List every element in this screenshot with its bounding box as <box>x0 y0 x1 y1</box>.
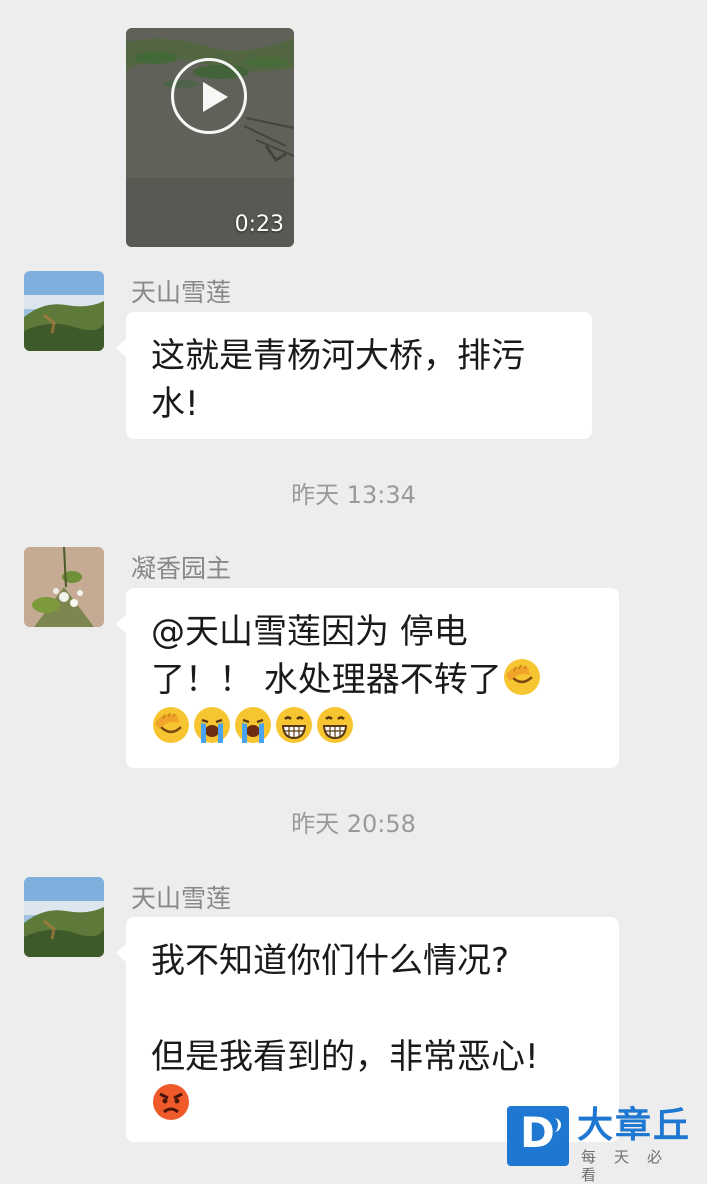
avatar-tianshanxuelian[interactable] <box>24 271 104 351</box>
facepalm-emoji <box>151 705 191 745</box>
message-text-line: 这就是青杨河大桥，排污 <box>151 336 525 376</box>
message-bubble[interactable]: @天山雪莲因为 停电 了！！ 水处理器不转了 <box>116 588 619 768</box>
video-duration: 0:23 <box>234 212 284 237</box>
watermark-logo-icon: D <box>507 1106 569 1166</box>
message-text-line: 水! <box>151 384 199 424</box>
emoji-row <box>151 704 595 752</box>
sender-name: 天山雪莲 <box>131 884 232 913</box>
avatar-tianshanxuelian[interactable] <box>24 877 104 957</box>
sender-name: 天山雪莲 <box>131 278 232 307</box>
avatar-landscape-image <box>24 877 104 957</box>
message-text: 了！！ 水处理器不转了 <box>151 660 502 700</box>
crying-emoji <box>192 705 232 745</box>
message-text-line: 我不知道你们什么情况? <box>151 941 510 981</box>
message-text-line: 但是我看到的，非常恶心! <box>151 1037 539 1077</box>
watermark-name: 大章丘 <box>577 1105 692 1146</box>
watermark: D 大章丘 每天必看 <box>507 1105 707 1184</box>
timestamp: 昨天 20:58 <box>291 810 416 838</box>
avatar-flower-image <box>24 547 104 627</box>
avatar-ningxiangyuanzhu[interactable] <box>24 547 104 627</box>
timestamp: 昨天 13:34 <box>291 481 416 509</box>
crying-emoji <box>233 705 273 745</box>
facepalm-emoji <box>502 657 542 697</box>
avatar-landscape-image <box>24 271 104 351</box>
watermark-tagline: 每天必看 <box>581 1148 681 1184</box>
message-text-line: @天山雪莲因为 停电 <box>151 612 468 652</box>
message-text-line: 了！！ 水处理器不转了 <box>151 656 595 704</box>
angry-emoji <box>151 1082 191 1122</box>
play-icon[interactable] <box>171 58 247 134</box>
sender-name: 凝香园主 <box>131 554 232 583</box>
grinning-emoji <box>274 705 314 745</box>
grinning-emoji <box>315 705 355 745</box>
chat-window: 0:23 天山雪莲 这就是青杨河大桥，排污 水! 昨天 13:34 凝香园主 @… <box>0 0 707 1184</box>
message-bubble[interactable]: 这就是青杨河大桥，排污 水! <box>116 312 592 439</box>
